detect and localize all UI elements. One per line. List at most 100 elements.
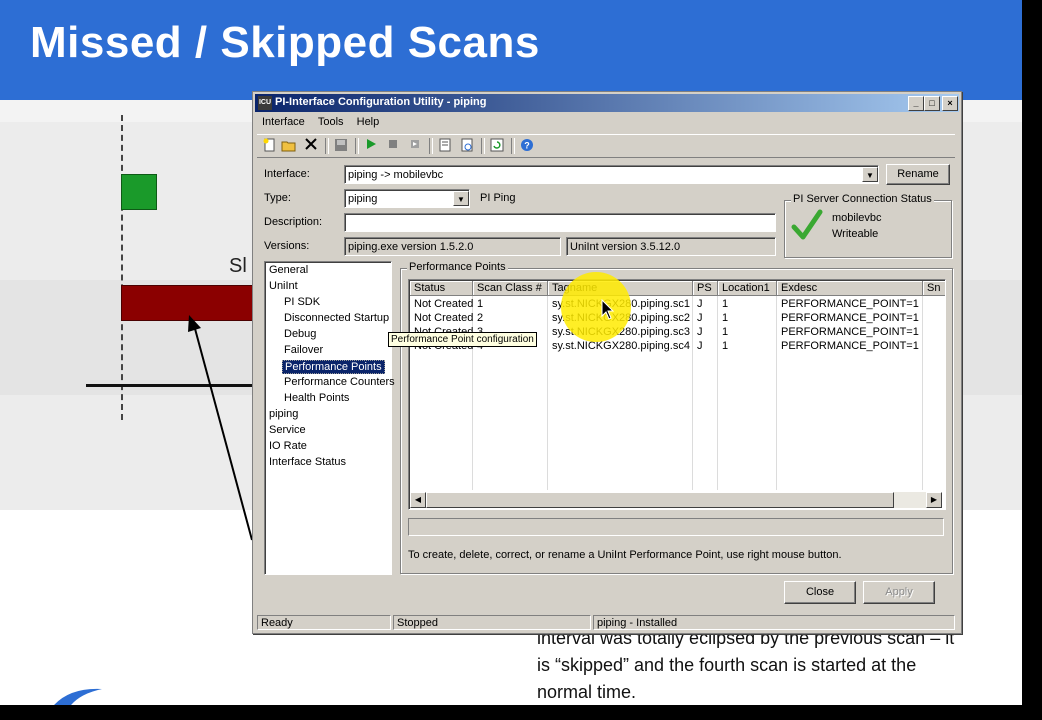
config-utility-window: ICU PI-Interface Configuration Utility -… (252, 91, 962, 634)
mouse-cursor-icon (601, 299, 615, 320)
toolbar-separator (429, 138, 433, 154)
toolbar-separator (325, 138, 329, 154)
status-service: piping - Installed (593, 615, 955, 630)
new-icon[interactable] (261, 138, 277, 154)
slide-body-text: interval was totally eclipsed by the pre… (537, 628, 955, 702)
delete-icon[interactable] (303, 138, 319, 154)
tree-item[interactable]: Health Points (282, 392, 351, 404)
column-header[interactable]: PS (693, 281, 718, 296)
exe-version-field: piping.exe version 1.5.2.0 (344, 237, 561, 256)
window-title: PI-Interface Configuration Utility - pip… (275, 96, 487, 108)
chevron-down-icon[interactable]: ▼ (453, 191, 469, 206)
start-icon[interactable] (363, 138, 379, 154)
stop-icon[interactable] (385, 138, 401, 154)
server-status-group: PI Server Connection Status mobilevbc Wr… (784, 193, 952, 258)
tree-item[interactable]: UniInt (267, 280, 300, 292)
menu-bar: Interface Tools Help (257, 114, 384, 132)
tree-item[interactable]: Service (267, 424, 308, 436)
toolbar: ? (257, 134, 955, 158)
menu-tools[interactable]: Tools (313, 114, 349, 130)
save-icon[interactable] (333, 138, 349, 154)
toolbar-separator (511, 138, 515, 154)
window-titlebar[interactable]: ICU PI-Interface Configuration Utility -… (255, 94, 959, 112)
table-cell[interactable]: 1 (718, 311, 777, 325)
status-state: Stopped (393, 615, 591, 630)
table-cell[interactable]: PERFORMANCE_POINT=1 (777, 311, 923, 325)
tree-item[interactable]: IO Rate (267, 440, 309, 452)
interface-select[interactable]: piping -> mobilevbc (344, 165, 879, 184)
versions-label: Versions: (264, 240, 310, 252)
tree-item[interactable]: Performance Counters (282, 376, 397, 388)
status-ready: Ready (257, 615, 391, 630)
help-icon[interactable]: ? (519, 138, 535, 154)
close-button[interactable]: Close (784, 581, 856, 604)
apply-button[interactable]: Apply (863, 581, 935, 604)
company-logo-icon (54, 688, 102, 705)
table-cell[interactable]: 1 (718, 325, 777, 339)
table-cell[interactable]: PERFORMANCE_POINT=1 (777, 325, 923, 339)
open-folder-icon[interactable] (281, 138, 297, 154)
table-cell[interactable]: 1 (473, 297, 548, 311)
type-description: PI Ping (480, 192, 516, 204)
close-window-button[interactable]: × (942, 96, 958, 111)
toolbar-separator (481, 138, 485, 154)
table-cell[interactable]: 1 (718, 297, 777, 311)
interface-label: Interface: (264, 168, 310, 180)
tree-item[interactable]: Disconnected Startup (282, 312, 391, 324)
view-icon[interactable] (459, 138, 475, 154)
table-cell[interactable]: Not Created (410, 311, 473, 325)
toolbar-separator (355, 138, 359, 154)
table-cell[interactable]: J (693, 325, 718, 339)
server-status-title: PI Server Connection Status (791, 193, 934, 205)
table-cell[interactable]: 2 (473, 311, 548, 325)
table-cell[interactable]: PERFORMANCE_POINT=1 (777, 339, 923, 353)
maximize-button[interactable]: □ (924, 96, 940, 111)
performance-points-table: ◀ ▶ StatusScan Class #TagnamePSLocation1… (408, 279, 946, 510)
app-icon: ICU (258, 96, 272, 110)
column-header[interactable]: Exdesc (777, 281, 923, 296)
chevron-down-icon[interactable]: ▼ (862, 167, 878, 182)
hint-text: To create, delete, correct, or rename a … (408, 549, 842, 561)
table-cell[interactable]: Not Created (410, 297, 473, 311)
column-header[interactable]: Scan Class # (473, 281, 548, 296)
cursor-highlight (561, 272, 631, 342)
tree-item[interactable]: General (267, 264, 310, 276)
settings-tree: General UniInt PI SDK Disconnected Startup D… (264, 261, 395, 575)
description-field[interactable] (344, 213, 776, 232)
tree-item[interactable]: Performance Points (282, 360, 385, 374)
column-header[interactable]: Status (410, 281, 473, 296)
svg-text:?: ? (524, 141, 530, 151)
server-name: mobilevbc (832, 212, 882, 224)
uniint-version-field: UniInt version 3.5.12.0 (566, 237, 776, 256)
tooltip: Performance Point configuration (388, 332, 537, 347)
performance-points-title: Performance Points (407, 261, 508, 273)
tree-item[interactable]: Debug (282, 328, 318, 340)
scroll-left-icon[interactable]: ◀ (410, 492, 426, 508)
restart-icon[interactable] (407, 138, 423, 154)
horizontal-scrollbar[interactable]: ◀ ▶ (410, 492, 942, 508)
scroll-right-icon[interactable]: ▶ (926, 492, 942, 508)
refresh-icon[interactable] (489, 138, 505, 154)
table-cell[interactable]: 1 (718, 339, 777, 353)
status-bar: Ready Stopped piping - Installed (255, 615, 957, 631)
tree-item[interactable]: Interface Status (267, 456, 348, 468)
server-state: Writeable (832, 228, 879, 240)
tree-item[interactable]: PI SDK (282, 296, 322, 308)
table-cell[interactable]: J (693, 311, 718, 325)
column-header[interactable]: Sn (923, 281, 945, 296)
tree-item[interactable]: piping (267, 408, 300, 420)
type-label: Type: (264, 192, 291, 204)
menu-help[interactable]: Help (352, 114, 385, 130)
properties-icon[interactable] (437, 138, 453, 154)
menu-interface[interactable]: Interface (257, 114, 310, 130)
tree-item[interactable]: Failover (282, 344, 325, 356)
type-select[interactable]: piping (344, 189, 470, 208)
rename-button[interactable]: Rename (886, 164, 950, 185)
table-cell[interactable]: sy.st.NICKGX280.piping.sc4 (548, 339, 693, 353)
table-cell[interactable]: PERFORMANCE_POINT=1 (777, 297, 923, 311)
minimize-button[interactable]: _ (908, 96, 924, 111)
table-cell[interactable]: J (693, 297, 718, 311)
column-header[interactable]: Location1 (718, 281, 777, 296)
scrollbar-thumb[interactable] (426, 492, 894, 508)
table-cell[interactable]: J (693, 339, 718, 353)
